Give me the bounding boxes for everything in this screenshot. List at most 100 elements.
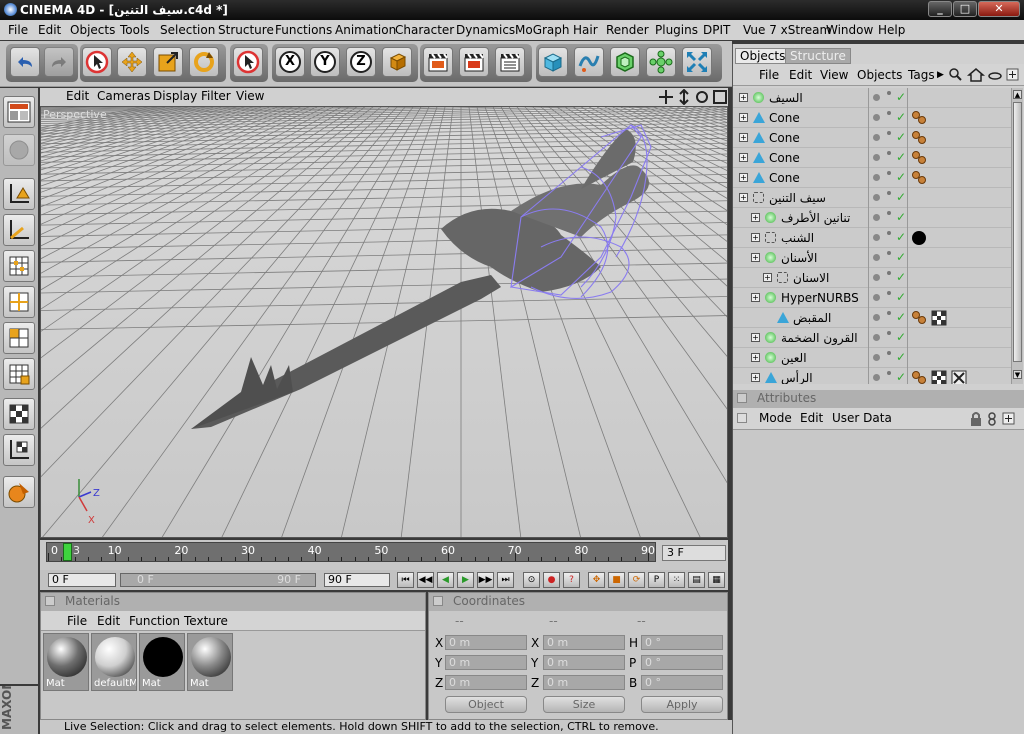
visibility-dot-icon[interactable] [873, 94, 880, 101]
panel-toggle-icon[interactable] [45, 596, 55, 606]
objects-menu-edit[interactable]: Edit [789, 68, 812, 82]
undo-icon[interactable] [10, 47, 40, 77]
phong-tag-icon[interactable] [911, 150, 927, 169]
attributes-menu-edit[interactable]: Edit [800, 411, 823, 425]
objects-menu-view[interactable]: View [820, 68, 848, 82]
object-tree-row[interactable]: + القرون الضخمة ✓ [733, 328, 1011, 348]
object-manager-icons[interactable] [949, 68, 1021, 82]
make-editable-icon[interactable] [3, 134, 35, 166]
object-tree-row[interactable]: +المقبض✓ [733, 308, 1011, 328]
x-axis-lock-button[interactable]: X [275, 47, 305, 77]
render-region-icon[interactable] [459, 47, 489, 77]
minimize-button[interactable]: _ [928, 1, 952, 17]
enabled-check-icon[interactable]: ✓ [896, 310, 906, 324]
menu-objects[interactable]: Objects [70, 23, 115, 37]
array-generator-icon[interactable] [646, 47, 676, 77]
render-dot-icon[interactable] [887, 191, 891, 195]
viewport-navigation-icons[interactable] [658, 89, 728, 105]
menu-animation[interactable]: Animation [335, 23, 396, 37]
menu-dynamics[interactable]: Dynamics [456, 23, 515, 37]
menu-overflow-icon[interactable]: ▶ [937, 70, 944, 80]
render-dot-icon[interactable] [887, 311, 891, 315]
visibility-dot-icon[interactable] [873, 174, 880, 181]
texture-tag-icon[interactable] [931, 310, 947, 329]
expand-toggle-icon[interactable]: + [739, 153, 748, 162]
coordinate-mode-select[interactable]: Object [445, 696, 527, 713]
materials-menu-texture[interactable]: Texture [184, 614, 228, 628]
expand-toggle-icon[interactable]: + [739, 193, 748, 202]
menu-plugins[interactable]: Plugins [655, 23, 698, 37]
material-tag-icon[interactable] [911, 230, 927, 249]
object-tree-row[interactable]: + الشنب ✓ [733, 228, 1011, 248]
move-icon[interactable] [117, 47, 147, 77]
start-frame-field[interactable]: 0 F [48, 573, 116, 587]
point-level-key-icon[interactable]: ⁙ [668, 572, 685, 588]
menu-character[interactable]: Character [395, 23, 454, 37]
object-tree-row[interactable]: + الأسنان ✓ [733, 248, 1011, 268]
z-axis-lock-button[interactable]: Z [346, 47, 376, 77]
render-view-icon[interactable] [423, 47, 453, 77]
object-tree-row[interactable]: + الاسنان ✓ [733, 268, 1011, 288]
menu-window[interactable]: Window [826, 23, 873, 37]
material-swatch[interactable]: defaultM [91, 633, 137, 691]
visibility-dot-icon[interactable] [873, 114, 880, 121]
phong-tag-icon[interactable] [911, 170, 927, 189]
expand-toggle-icon[interactable]: + [751, 233, 760, 242]
coordinate-value-field[interactable]: 0 ° [641, 655, 723, 670]
enabled-check-icon[interactable]: ✓ [896, 330, 906, 344]
expand-toggle-icon[interactable]: + [763, 273, 772, 282]
objects-menu-tags[interactable]: Tags [908, 68, 935, 82]
close-button[interactable]: ✕ [978, 1, 1020, 17]
visibility-dot-icon[interactable] [873, 254, 880, 261]
viewport-menu-filter[interactable]: Filter [201, 89, 231, 103]
materials-menu-function[interactable]: Function [129, 614, 180, 628]
material-swatch[interactable]: Mat [139, 633, 185, 691]
menu-vue-xstream[interactable]: Vue 7 xStream [743, 23, 831, 37]
expand-toggle-icon[interactable]: + [751, 373, 760, 382]
workplane-icon[interactable] [3, 434, 35, 466]
object-tree-row[interactable]: + سيف التنين ✓ [733, 188, 1011, 208]
cube-primitive-icon[interactable] [538, 47, 568, 77]
expand-toggle-icon[interactable]: + [751, 333, 760, 342]
render-dot-icon[interactable] [887, 171, 891, 175]
enabled-check-icon[interactable]: ✓ [896, 370, 906, 384]
expand-toggle-icon[interactable]: + [751, 213, 760, 222]
play-backwards-icon[interactable]: ◀ [437, 572, 454, 588]
model-mode-icon[interactable] [3, 358, 35, 390]
enabled-check-icon[interactable]: ✓ [896, 290, 906, 304]
spline-icon[interactable] [574, 47, 604, 77]
render-dot-icon[interactable] [887, 291, 891, 295]
object-tree-scrollbar[interactable]: ▲ ▼ [1011, 88, 1023, 384]
scroll-thumb[interactable] [1013, 102, 1022, 362]
visibility-dot-icon[interactable] [873, 274, 880, 281]
visibility-dot-icon[interactable] [873, 354, 880, 361]
objects-menu-file[interactable]: File [759, 68, 779, 82]
object-tree-row[interactable]: + العين ✓ [733, 348, 1011, 368]
materials-menu-edit[interactable]: Edit [97, 614, 120, 628]
tweak-mode-icon[interactable] [3, 476, 35, 508]
polygons-mode-icon[interactable] [3, 322, 35, 354]
record-icon[interactable]: ⊙ [523, 572, 540, 588]
size-mode-select[interactable]: Size [543, 696, 625, 713]
viewport-menu-view[interactable]: View [236, 89, 264, 103]
enabled-check-icon[interactable]: ✓ [896, 110, 906, 124]
render-dot-icon[interactable] [887, 91, 891, 95]
rotate-icon[interactable] [189, 47, 219, 77]
xpresso-tag-icon[interactable] [951, 370, 967, 384]
apply-button[interactable]: Apply [641, 696, 723, 713]
edges-mode-icon[interactable] [3, 286, 35, 318]
tab-structure[interactable]: Structure [785, 48, 851, 64]
attributes-menu-user-data[interactable]: User Data [832, 411, 892, 425]
expand-toggle-icon[interactable]: + [751, 253, 760, 262]
expand-toggle-icon[interactable]: + [739, 173, 748, 182]
render-dot-icon[interactable] [887, 331, 891, 335]
object-tree-row[interactable]: + Cone ✓ [733, 128, 1011, 148]
object-tree-row[interactable]: + Cone ✓ [733, 108, 1011, 128]
texture-tag-icon[interactable] [931, 370, 947, 384]
parameter-key-icon[interactable]: P [648, 572, 665, 588]
visibility-dot-icon[interactable] [873, 194, 880, 201]
render-dot-icon[interactable] [887, 211, 891, 215]
autokey-icon[interactable]: ● [543, 572, 560, 588]
points-mode-icon[interactable] [3, 250, 35, 282]
object-tree-row[interactable]: + Cone ✓ [733, 168, 1011, 188]
